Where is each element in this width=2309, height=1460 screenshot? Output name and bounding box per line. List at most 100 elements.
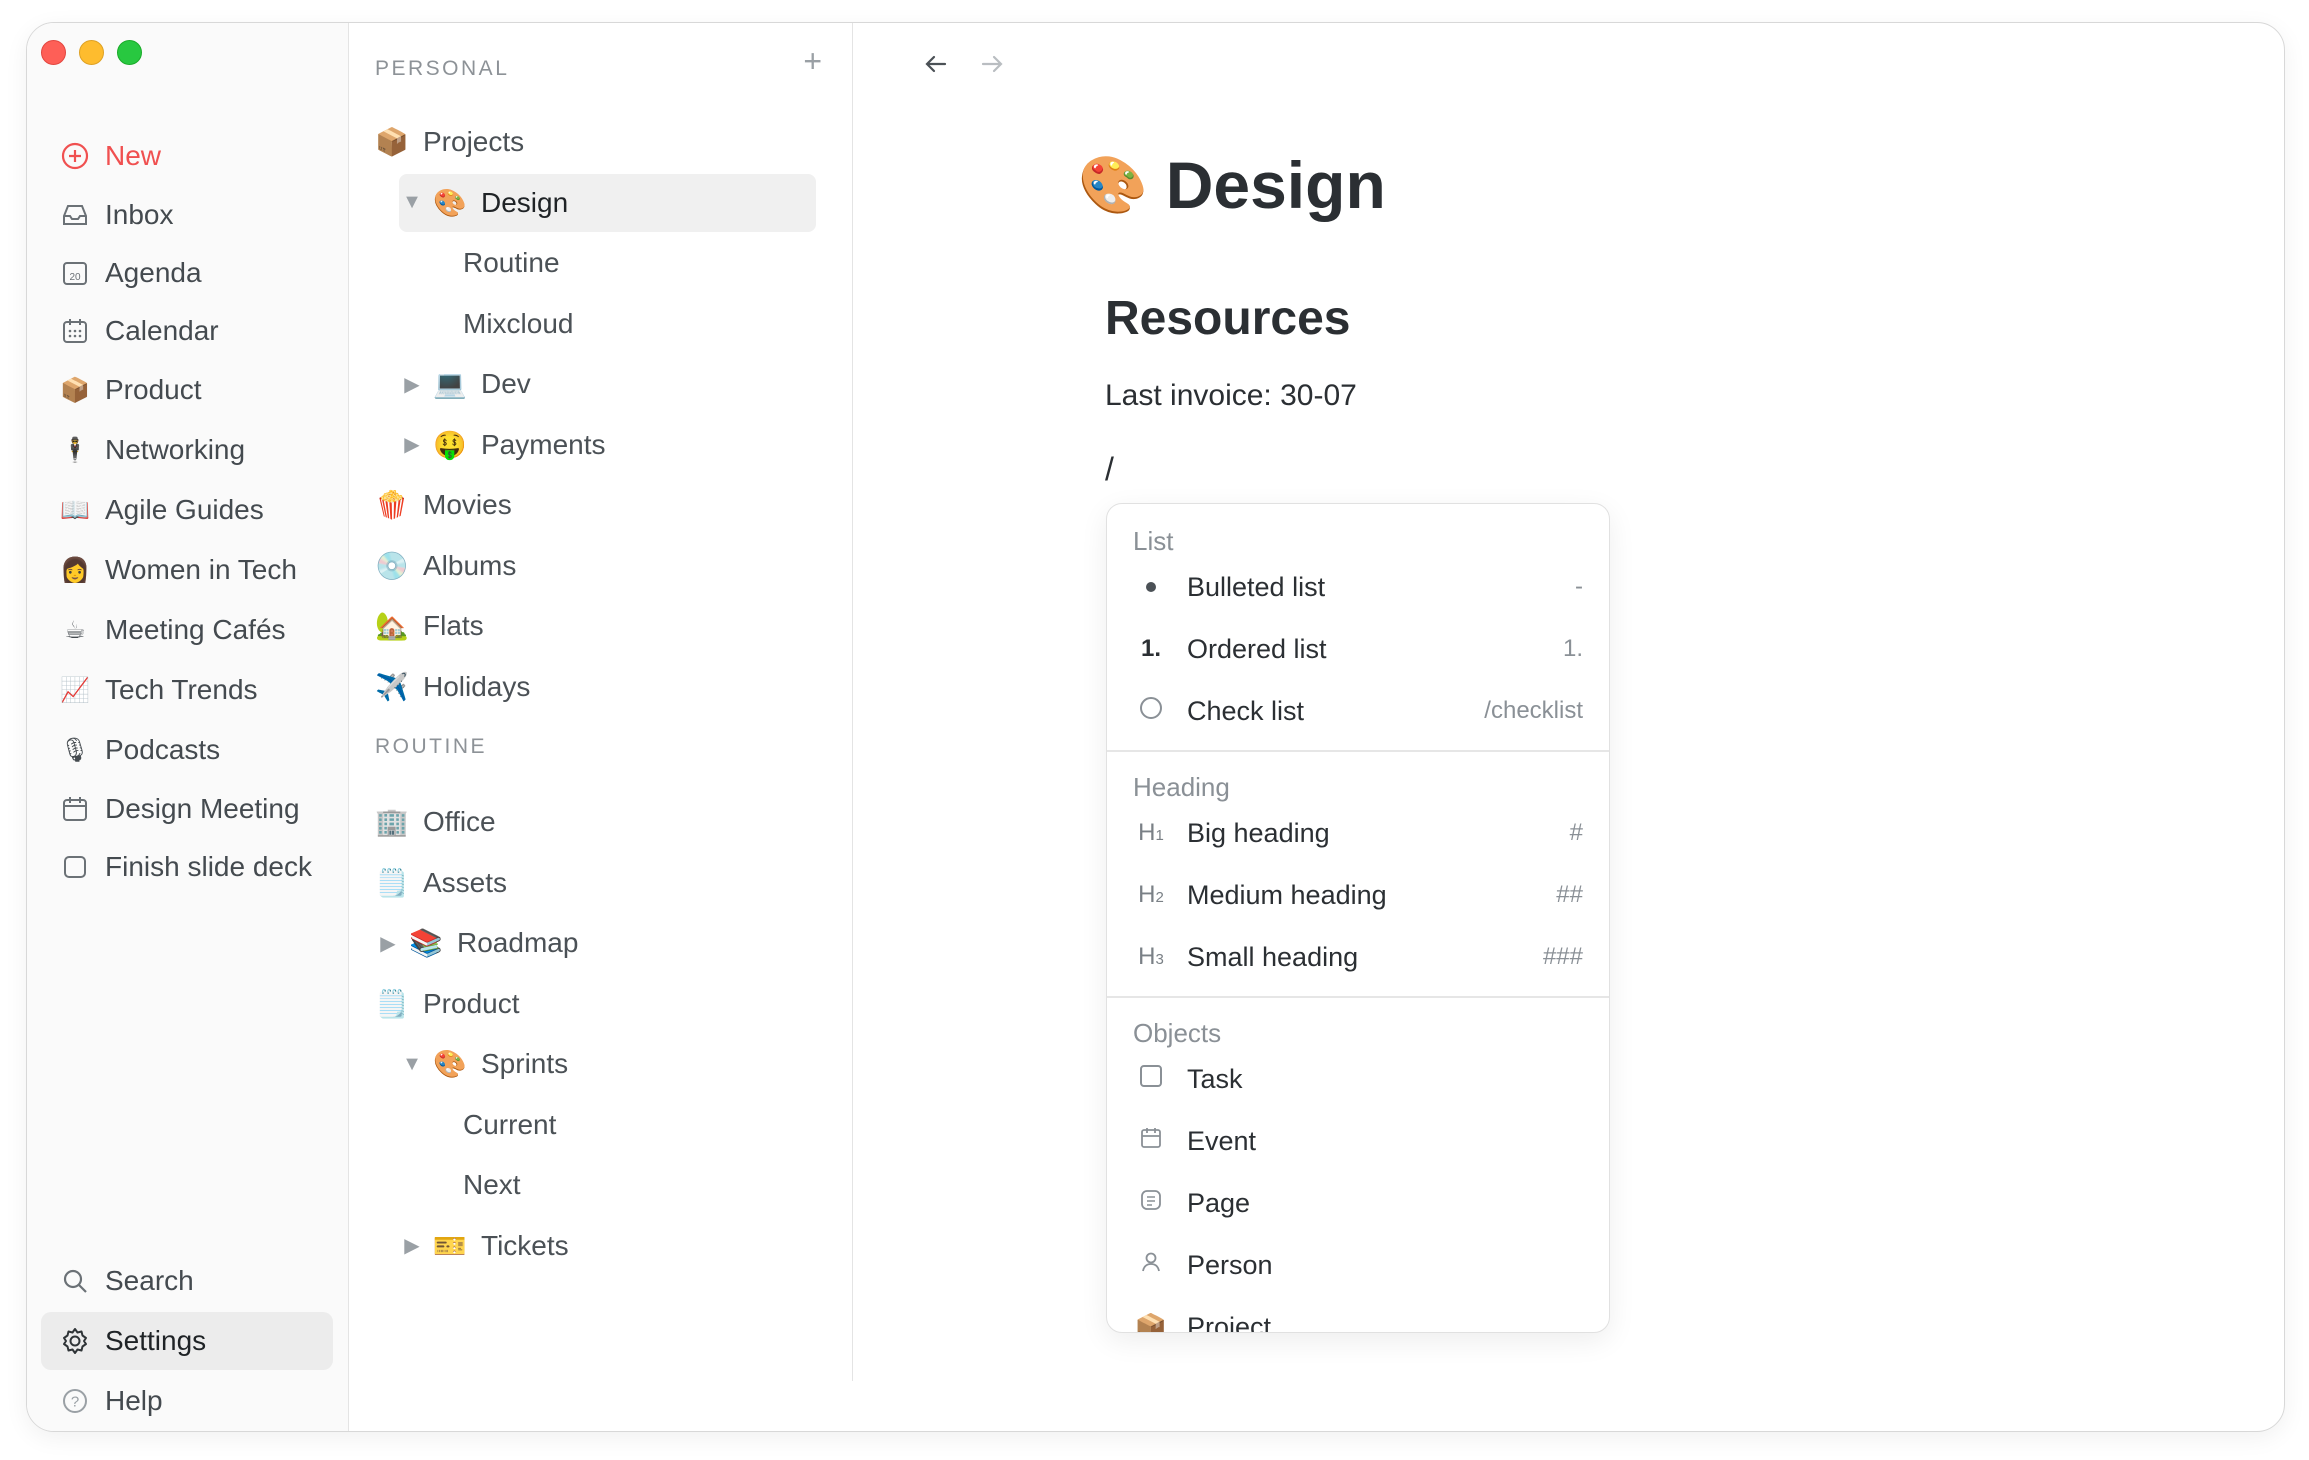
sidebar-item-networking[interactable]: 🕴 Networking <box>41 421 333 479</box>
tree-item-holidays[interactable]: ✈️ Holidays <box>375 658 815 716</box>
tree-item-sprints[interactable]: ▼ 🎨 Sprints <box>399 1035 816 1093</box>
person-icon <box>1131 1250 1171 1280</box>
sidebar-item-calendar[interactable]: Calendar <box>41 302 333 360</box>
open-book-icon: 📖 <box>60 496 90 524</box>
sidebar-item-label: Women in Tech <box>105 554 297 585</box>
menu-option-ordered-list[interactable]: 1. Ordered list 1. <box>1107 620 1609 678</box>
section-header-personal: PERSONAL <box>375 57 510 80</box>
slash-command-input[interactable]: / <box>1105 451 1114 488</box>
chevron-right-icon[interactable]: ▶ <box>399 372 425 397</box>
tree-item-routine[interactable]: Routine <box>427 234 867 292</box>
tree-item-label: Current <box>463 1108 557 1140</box>
tree-item-roadmap[interactable]: ▶ 📚 Roadmap <box>375 914 815 972</box>
page-emoji-icon: 🍿 <box>375 490 409 520</box>
menu-option-label: Project <box>1187 1311 1272 1333</box>
minimize-window-button[interactable] <box>79 40 104 65</box>
menu-option-person[interactable]: Person <box>1107 1236 1609 1294</box>
menu-option-big-heading[interactable]: H1 Big heading # <box>1107 804 1609 862</box>
new-label: New <box>105 140 162 171</box>
tree-item-movies[interactable]: 🍿 Movies <box>375 476 815 534</box>
search-button[interactable]: Search <box>41 1252 333 1310</box>
sidebar-item-label: Tech Trends <box>105 674 258 705</box>
forward-arrow-icon[interactable] <box>979 51 1005 85</box>
sidebar-item-inbox[interactable]: Inbox <box>41 186 333 244</box>
sidebar-item-agile-guides[interactable]: 📖 Agile Guides <box>41 481 333 539</box>
menu-option-shortcut: ## <box>1556 881 1583 908</box>
page-emoji-icon: 🎨 <box>433 1049 467 1079</box>
tree-item-label: Next <box>463 1169 521 1200</box>
add-page-button[interactable]: + <box>803 43 822 80</box>
tree-item-current[interactable]: Current <box>427 1096 867 1154</box>
menu-option-bulleted-list[interactable]: Bulleted list - <box>1107 558 1609 616</box>
menu-option-medium-heading[interactable]: H2 Medium heading ## <box>1107 866 1609 924</box>
menu-divider <box>1107 750 1609 752</box>
tree-item-albums[interactable]: 💿 Albums <box>375 537 815 595</box>
settings-button[interactable]: Settings <box>41 1312 333 1370</box>
page-emoji-icon: 🗒️ <box>375 988 409 1019</box>
tree-item-label: Assets <box>423 866 508 898</box>
menu-option-event[interactable]: Event <box>1107 1112 1609 1170</box>
page-title[interactable]: 🎨 Design <box>1078 131 1386 239</box>
menu-option-check-list[interactable]: Check list/checklist <box>1107 682 1609 740</box>
h2-icon: H2 <box>1138 881 1164 908</box>
menu-option-shortcut: ### <box>1542 943 1583 970</box>
chevron-down-icon[interactable]: ▼ <box>399 191 425 214</box>
page-emoji-icon: 🎨 <box>433 187 467 218</box>
sidebar-item-product[interactable]: 📦 Product <box>41 361 333 419</box>
menu-option-task[interactable]: Task <box>1107 1050 1609 1108</box>
tree-item-projects[interactable]: 📦 Projects <box>375 113 815 171</box>
sidebar-item-design-meeting[interactable]: Design Meeting <box>41 780 333 838</box>
sidebar-item-women-in-tech[interactable]: 👩 Women in Tech <box>41 541 333 599</box>
heading-resources[interactable]: Resources <box>1105 291 1350 346</box>
new-button[interactable]: New <box>41 127 333 185</box>
tree-item-label: Mixcloud <box>463 307 574 339</box>
sidebar-item-tech-trends[interactable]: 📈 Tech Trends <box>41 661 333 719</box>
ordered-icon: 1. <box>1140 635 1161 662</box>
sidebar-item-podcasts[interactable]: 🎙 Podcasts <box>41 721 333 779</box>
paragraph-text[interactable]: Last invoice: 30-07 <box>1105 379 1357 413</box>
chevron-right-icon[interactable]: ▶ <box>375 931 401 956</box>
checkbox-icon[interactable] <box>59 851 91 883</box>
close-window-button[interactable] <box>41 40 66 65</box>
chevron-right-icon[interactable]: ▶ <box>399 432 425 457</box>
tree-item-flats[interactable]: 🏡 Flats <box>375 597 815 655</box>
tree-item-dev[interactable]: ▶ 💻 Dev <box>399 355 816 413</box>
help-button[interactable]: ? Help <box>41 1372 333 1430</box>
tree-item-assets[interactable]: 🗒️ Assets <box>375 854 815 912</box>
back-arrow-icon[interactable] <box>923 51 949 85</box>
tree-item-label: Product <box>423 987 520 1019</box>
gear-icon <box>59 1325 91 1357</box>
navigation-arrows <box>923 51 1005 85</box>
menu-option-label: Small heading <box>1187 941 1359 972</box>
sidebar-item-meeting-cafes[interactable]: ☕ Meeting Cafés <box>41 601 333 659</box>
woman-icon: 👩 <box>60 556 90 584</box>
tree-item-design[interactable]: ▼ 🎨 Design <box>399 173 816 232</box>
chevron-right-icon[interactable]: ▶ <box>399 1233 425 1258</box>
sidebar-item-label: Finish slide deck <box>105 851 312 882</box>
palette-icon: 🎨 <box>1078 153 1148 216</box>
tree-item-next[interactable]: Next <box>427 1156 867 1214</box>
tree-item-payments[interactable]: ▶ 🤑 Payments <box>399 416 816 474</box>
sidebar-item-label: Meeting Cafés <box>105 614 286 645</box>
chevron-down-icon[interactable]: ▼ <box>399 1053 425 1076</box>
page-emoji-icon: 💻 <box>433 369 467 399</box>
tree-item-mixcloud[interactable]: Mixcloud <box>427 295 867 353</box>
menu-option-label: Task <box>1187 1063 1243 1094</box>
sidebar-item-finish-slide-deck[interactable]: Finish slide deck <box>41 838 333 896</box>
coffee-icon: ☕ <box>64 616 86 644</box>
menu-option-shortcut: 1. <box>1562 635 1583 662</box>
sidebar-item-agenda[interactable]: 20 Agenda <box>41 244 333 302</box>
menu-option-page[interactable]: Page <box>1107 1174 1609 1232</box>
maximize-window-button[interactable] <box>117 40 142 65</box>
tree-item-product[interactable]: 🗒️ Product <box>375 975 815 1033</box>
menu-option-small-heading[interactable]: H3 Small heading ### <box>1107 928 1609 986</box>
tree-item-label: Dev <box>481 368 531 399</box>
tree-item-tickets[interactable]: ▶ 🎫 Tickets <box>399 1217 816 1275</box>
tree-item-office[interactable]: 🏢 Office <box>375 793 815 851</box>
menu-group-heading: Heading <box>1133 772 1230 802</box>
menu-option-project[interactable]: 📦 Project <box>1107 1298 1609 1333</box>
menu-option-label: Page <box>1187 1187 1251 1218</box>
help-icon: ? <box>59 1385 91 1417</box>
tree-item-label: Design <box>481 186 569 218</box>
tree-item-label: Office <box>423 806 496 837</box>
